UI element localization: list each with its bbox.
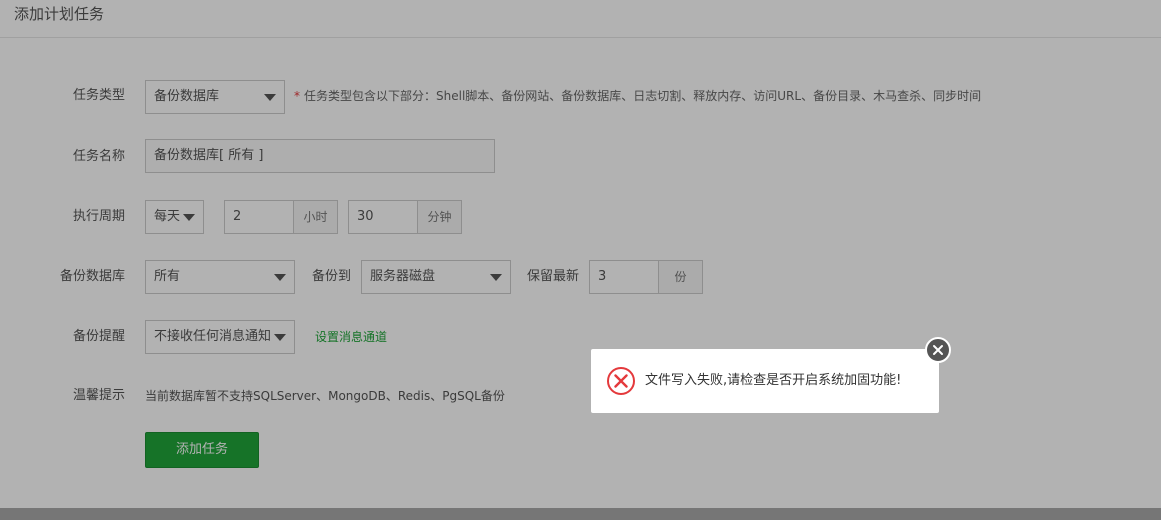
error-circle-icon — [606, 366, 636, 396]
error-message: 文件写入失败,请检查是否开启系统加固功能! — [645, 373, 902, 388]
error-toast: 文件写入失败,请检查是否开启系统加固功能! — [591, 337, 951, 413]
close-icon[interactable] — [925, 337, 951, 363]
modal-overlay — [0, 0, 1161, 520]
